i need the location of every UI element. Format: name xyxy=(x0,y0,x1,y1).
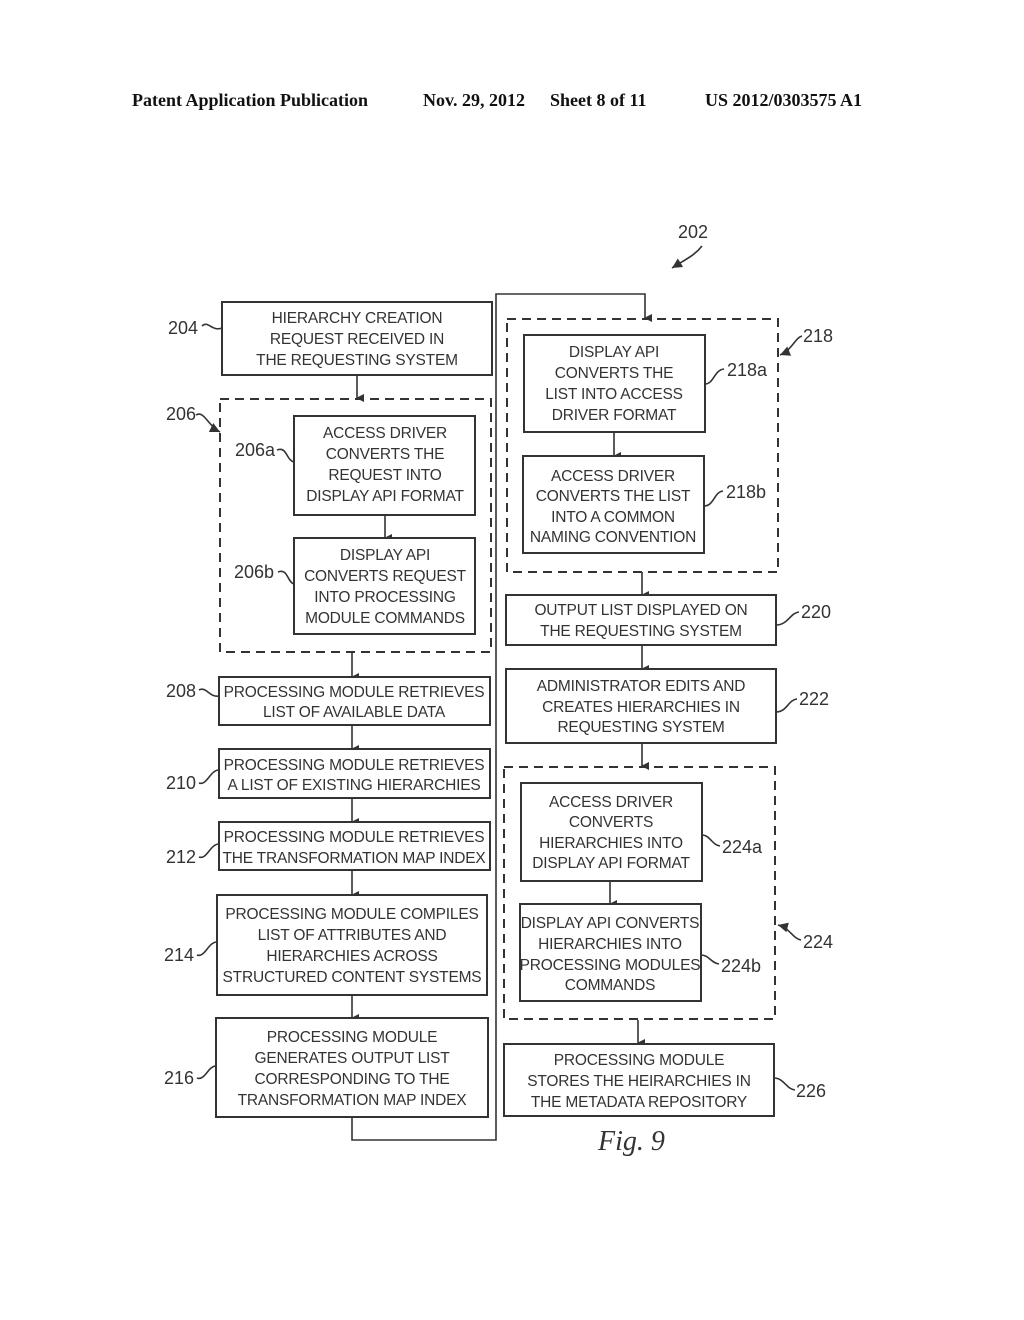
svg-text:GENERATES OUTPUT LIST: GENERATES OUTPUT LIST xyxy=(254,1050,450,1067)
svg-text:LIST OF AVAILABLE DATA: LIST OF AVAILABLE DATA xyxy=(263,704,446,721)
svg-text:REQUEST INTO: REQUEST INTO xyxy=(328,467,441,484)
step-212: PROCESSING MODULE RETRIEVES THE TRANSFOR… xyxy=(166,821,491,871)
svg-text:A LIST OF EXISTING HIERARCHIES: A LIST OF EXISTING HIERARCHIES xyxy=(228,777,481,794)
svg-text:PROCESSING MODULES: PROCESSING MODULES xyxy=(520,957,701,974)
svg-text:CORRESPONDING TO THE: CORRESPONDING TO THE xyxy=(255,1071,450,1088)
step-206a: ACCESS DRIVER CONVERTS THE REQUEST INTO … xyxy=(235,415,476,516)
svg-text:DISPLAY API CONVERTS: DISPLAY API CONVERTS xyxy=(521,915,700,932)
step-214-ref: 214 xyxy=(164,945,194,965)
step-204-ref: 204 xyxy=(168,318,198,338)
svg-text:PROCESSING MODULE RETRIEVES: PROCESSING MODULE RETRIEVES xyxy=(224,684,485,701)
step-218b-ref: 218b xyxy=(726,482,766,502)
step-214: PROCESSING MODULE COMPILES LIST OF ATTRI… xyxy=(164,894,488,996)
step-206a-ref: 206a xyxy=(235,440,276,460)
svg-text:THE REQUESTING SYSTEM: THE REQUESTING SYSTEM xyxy=(256,352,458,369)
step-220-ref: 220 xyxy=(801,602,831,622)
step-224b: DISPLAY API CONVERTS HIERARCHIES INTO PR… xyxy=(519,903,761,1002)
figure-ref: 202 xyxy=(678,222,708,242)
step-204: HIERARCHY CREATION REQUEST RECEIVED IN T… xyxy=(168,301,493,376)
step-226: PROCESSING MODULE STORES THE HEIRARCHIES… xyxy=(503,1043,826,1117)
svg-text:PROCESSING MODULE: PROCESSING MODULE xyxy=(267,1029,438,1046)
svg-text:HIERARCHY CREATION: HIERARCHY CREATION xyxy=(272,310,443,327)
svg-text:INTO A COMMON: INTO A COMMON xyxy=(551,509,675,526)
figure-caption: Fig. 9 xyxy=(597,1126,665,1157)
svg-text:DISPLAY API FORMAT: DISPLAY API FORMAT xyxy=(306,488,464,505)
svg-text:CONVERTS THE: CONVERTS THE xyxy=(555,365,673,382)
group-224-ref: 224 xyxy=(803,932,833,952)
step-224a-ref: 224a xyxy=(722,837,763,857)
svg-text:LIST OF ATTRIBUTES AND: LIST OF ATTRIBUTES AND xyxy=(258,927,447,944)
svg-text:NAMING CONVENTION: NAMING CONVENTION xyxy=(530,529,696,546)
svg-text:DISPLAY API: DISPLAY API xyxy=(340,547,430,564)
step-216: PROCESSING MODULE GENERATES OUTPUT LIST … xyxy=(164,1017,489,1118)
step-218b: ACCESS DRIVER CONVERTS THE LIST INTO A C… xyxy=(522,455,766,554)
svg-text:THE REQUESTING SYSTEM: THE REQUESTING SYSTEM xyxy=(540,623,742,640)
svg-text:HIERARCHIES INTO: HIERARCHIES INTO xyxy=(538,936,682,953)
svg-text:ACCESS DRIVER: ACCESS DRIVER xyxy=(323,425,447,442)
step-222: ADMINISTRATOR EDITS AND CREATES HIERARCH… xyxy=(505,668,829,744)
step-218a: DISPLAY API CONVERTS THE LIST INTO ACCES… xyxy=(523,334,768,433)
group-218-ref: 218 xyxy=(803,326,833,346)
step-212-ref: 212 xyxy=(166,847,196,867)
figure-ref-arrow xyxy=(671,245,703,269)
step-220: OUTPUT LIST DISPLAYED ON THE REQUESTING … xyxy=(505,594,831,646)
step-224b-ref: 224b xyxy=(721,956,761,976)
svg-text:DISPLAY API FORMAT: DISPLAY API FORMAT xyxy=(532,855,690,872)
group-206-ref: 206 xyxy=(166,404,196,424)
step-208-ref: 208 xyxy=(166,681,196,701)
svg-text:ACCESS DRIVER: ACCESS DRIVER xyxy=(549,794,673,811)
step-218a-ref: 218a xyxy=(727,360,768,380)
step-206b: DISPLAY API CONVERTS REQUEST INTO PROCES… xyxy=(234,537,476,635)
svg-text:ADMINISTRATOR EDITS AND: ADMINISTRATOR EDITS AND xyxy=(537,678,745,695)
svg-text:REQUESTING SYSTEM: REQUESTING SYSTEM xyxy=(557,719,724,736)
svg-text:HIERARCHIES INTO: HIERARCHIES INTO xyxy=(539,835,683,852)
svg-text:TRANSFORMATION MAP INDEX: TRANSFORMATION MAP INDEX xyxy=(238,1092,468,1109)
step-216-ref: 216 xyxy=(164,1068,194,1088)
svg-text:PROCESSING MODULE: PROCESSING MODULE xyxy=(554,1052,725,1069)
step-206b-ref: 206b xyxy=(234,562,274,582)
step-210-ref: 210 xyxy=(166,773,196,793)
svg-text:LIST INTO ACCESS: LIST INTO ACCESS xyxy=(545,386,683,403)
step-208: PROCESSING MODULE RETRIEVES LIST OF AVAI… xyxy=(166,676,491,726)
svg-text:ACCESS DRIVER: ACCESS DRIVER xyxy=(551,468,675,485)
svg-text:REQUEST RECEIVED IN: REQUEST RECEIVED IN xyxy=(270,331,444,348)
svg-text:CONVERTS THE LIST: CONVERTS THE LIST xyxy=(536,488,691,505)
svg-text:THE TRANSFORMATION MAP INDEX: THE TRANSFORMATION MAP INDEX xyxy=(222,850,486,867)
svg-text:OUTPUT LIST DISPLAYED ON: OUTPUT LIST DISPLAYED ON xyxy=(534,602,747,619)
svg-text:THE METADATA REPOSITORY: THE METADATA REPOSITORY xyxy=(531,1094,747,1111)
flowchart: 202 HIERARCHY CREATION REQUEST RECEIVED … xyxy=(164,222,833,1157)
svg-text:INTO PROCESSING: INTO PROCESSING xyxy=(314,589,455,606)
svg-text:CONVERTS THE: CONVERTS THE xyxy=(326,446,444,463)
step-226-ref: 226 xyxy=(796,1081,826,1101)
svg-text:COMMANDS: COMMANDS xyxy=(565,977,656,994)
svg-text:DRIVER FORMAT: DRIVER FORMAT xyxy=(552,407,677,424)
svg-text:HIERARCHIES ACROSS: HIERARCHIES ACROSS xyxy=(266,948,437,965)
svg-text:CONVERTS REQUEST: CONVERTS REQUEST xyxy=(304,568,467,585)
svg-text:PROCESSING MODULE COMPILES: PROCESSING MODULE COMPILES xyxy=(225,906,478,923)
svg-text:PROCESSING MODULE RETRIEVES: PROCESSING MODULE RETRIEVES xyxy=(224,829,485,846)
svg-text:PROCESSING MODULE RETRIEVES: PROCESSING MODULE RETRIEVES xyxy=(224,757,485,774)
step-210: PROCESSING MODULE RETRIEVES A LIST OF EX… xyxy=(166,748,491,799)
svg-text:STORES THE HEIRARCHIES IN: STORES THE HEIRARCHIES IN xyxy=(527,1073,751,1090)
svg-text:STRUCTURED CONTENT SYSTEMS: STRUCTURED CONTENT SYSTEMS xyxy=(223,969,482,986)
step-224a: ACCESS DRIVER CONVERTS HIERARCHIES INTO … xyxy=(520,782,763,882)
step-222-ref: 222 xyxy=(799,689,829,709)
svg-text:DISPLAY API: DISPLAY API xyxy=(569,344,659,361)
svg-text:CREATES HIERARCHIES IN: CREATES HIERARCHIES IN xyxy=(542,699,740,716)
svg-text:CONVERTS: CONVERTS xyxy=(569,814,653,831)
svg-text:MODULE COMMANDS: MODULE COMMANDS xyxy=(305,610,465,627)
